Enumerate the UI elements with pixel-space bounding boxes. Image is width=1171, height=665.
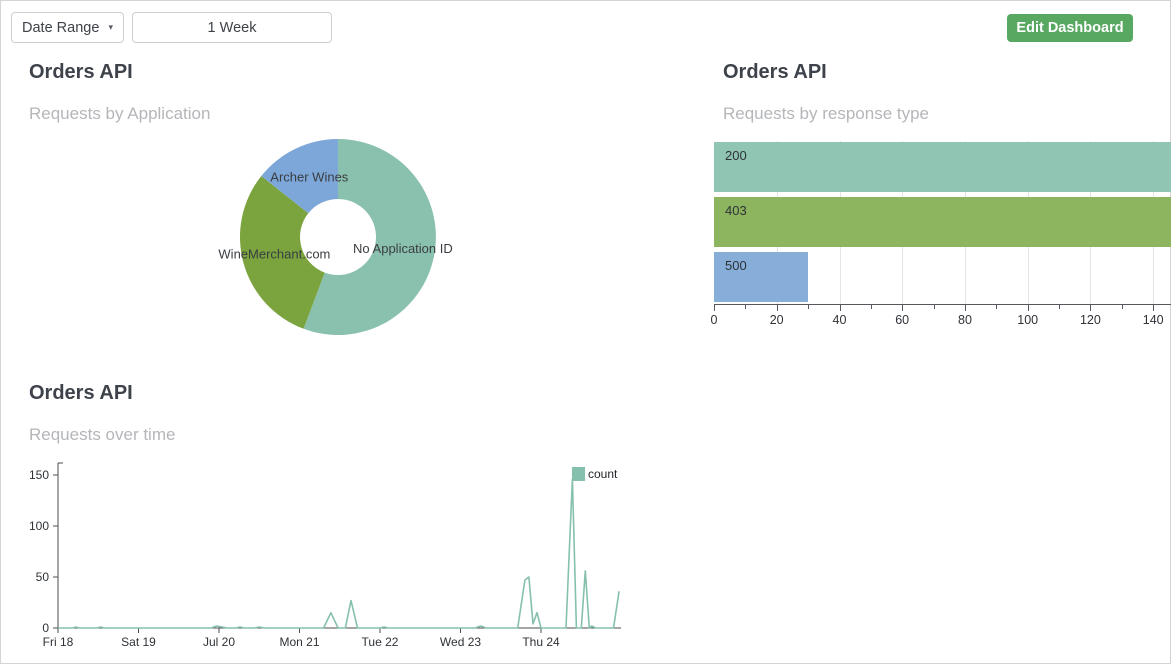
bar-500: 500 <box>714 252 808 302</box>
tick-label: Jul 20 <box>203 635 235 649</box>
tick-label: Wed 23 <box>440 635 481 649</box>
axis-tick <box>1090 305 1091 311</box>
date-range-label: Date Range <box>22 20 99 36</box>
panel-subtitle-by-application: Requests by Application <box>29 104 210 124</box>
panel-subtitle-over-time: Requests over time <box>29 425 175 445</box>
axis-tick <box>934 305 935 309</box>
tick-label: 150 <box>29 468 49 482</box>
axis-tick <box>965 305 966 311</box>
bar-chart: 200403500020406080100120140 <box>714 141 1171 336</box>
date-range-dropdown[interactable]: Date Range ▾ <box>11 12 124 43</box>
axis-tick <box>871 305 872 309</box>
bar-label: 200 <box>725 148 747 163</box>
axis-tick <box>808 305 809 309</box>
axis-tick <box>1059 305 1060 309</box>
tick-label: 100 <box>29 519 49 533</box>
panel-title-by-application: Orders API <box>29 61 133 84</box>
bar-label: 500 <box>725 258 747 273</box>
tick-label: 0 <box>42 621 49 635</box>
axis-tick <box>1153 305 1154 311</box>
donut-slice-label: Archer Wines <box>270 170 349 185</box>
donut-slice-label: WineMerchant.com <box>218 247 330 262</box>
tick-label: 20 <box>762 313 792 327</box>
axis-tick <box>902 305 903 311</box>
tick-label: 60 <box>887 313 917 327</box>
axis-tick <box>1122 305 1123 309</box>
tick-label: Thu 24 <box>522 635 560 649</box>
tick-label: Fri 18 <box>43 635 74 649</box>
panel-title-over-time: Orders API <box>29 382 133 405</box>
tick-label: Tue 22 <box>362 635 399 649</box>
donut-slice-label: No Application ID <box>353 241 453 256</box>
axis-tick <box>745 305 746 309</box>
legend-label: count <box>588 467 618 481</box>
bar-403: 403 <box>714 197 1171 247</box>
tick-label: 100 <box>1013 313 1043 327</box>
series-line <box>58 479 619 628</box>
bar-200: 200 <box>714 142 1171 192</box>
tick-label: 50 <box>36 570 50 584</box>
tick-label: 0 <box>699 313 729 327</box>
axis-tick <box>996 305 997 309</box>
axis-tick <box>840 305 841 311</box>
tick-label: 80 <box>950 313 980 327</box>
tick-label: Mon 21 <box>279 635 319 649</box>
legend-swatch <box>572 467 585 481</box>
x-axis <box>714 304 1171 305</box>
edit-dashboard-button[interactable]: Edit Dashboard <box>1007 14 1133 42</box>
chevron-down-icon: ▾ <box>108 22 113 33</box>
tick-label: 140 <box>1138 313 1168 327</box>
panel-subtitle-by-response: Requests by response type <box>723 104 929 124</box>
tick-label: Sat 19 <box>121 635 156 649</box>
axis-tick <box>714 305 715 311</box>
tick-label: 40 <box>825 313 855 327</box>
range-value-button[interactable]: 1 Week <box>132 12 332 43</box>
panel-title-by-response: Orders API <box>723 61 827 84</box>
axis-tick <box>1028 305 1029 311</box>
line-chart: 0 50 100 150 Fri 18 Sat 19 Jul 20 Mon 21 Tue 22 W… <box>1 451 671 665</box>
axis-tick <box>777 305 778 311</box>
donut-chart: No Application ID WineMerchant.com Archer … <box>1 126 661 351</box>
bar-label: 403 <box>725 203 747 218</box>
tick-label: 120 <box>1075 313 1105 327</box>
